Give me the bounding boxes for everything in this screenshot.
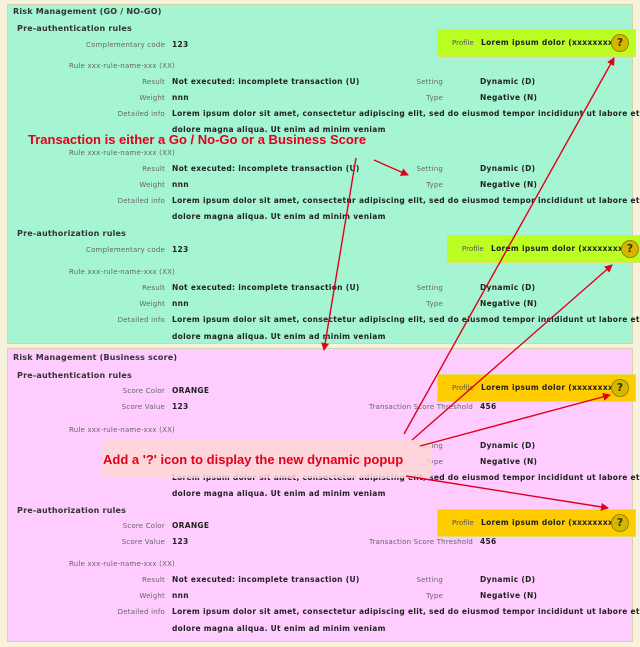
annotation-arrows <box>321 57 615 511</box>
arrow-to-biz-preauthz-icon <box>405 475 609 511</box>
arrow-to-go-preauthz-icon <box>411 264 613 441</box>
arrow-to-panels <box>321 157 357 351</box>
arrow-transaction-right <box>373 159 409 176</box>
arrow-to-biz-preauth-icon <box>419 392 611 447</box>
arrow-to-go-preauth-icon <box>403 57 615 435</box>
